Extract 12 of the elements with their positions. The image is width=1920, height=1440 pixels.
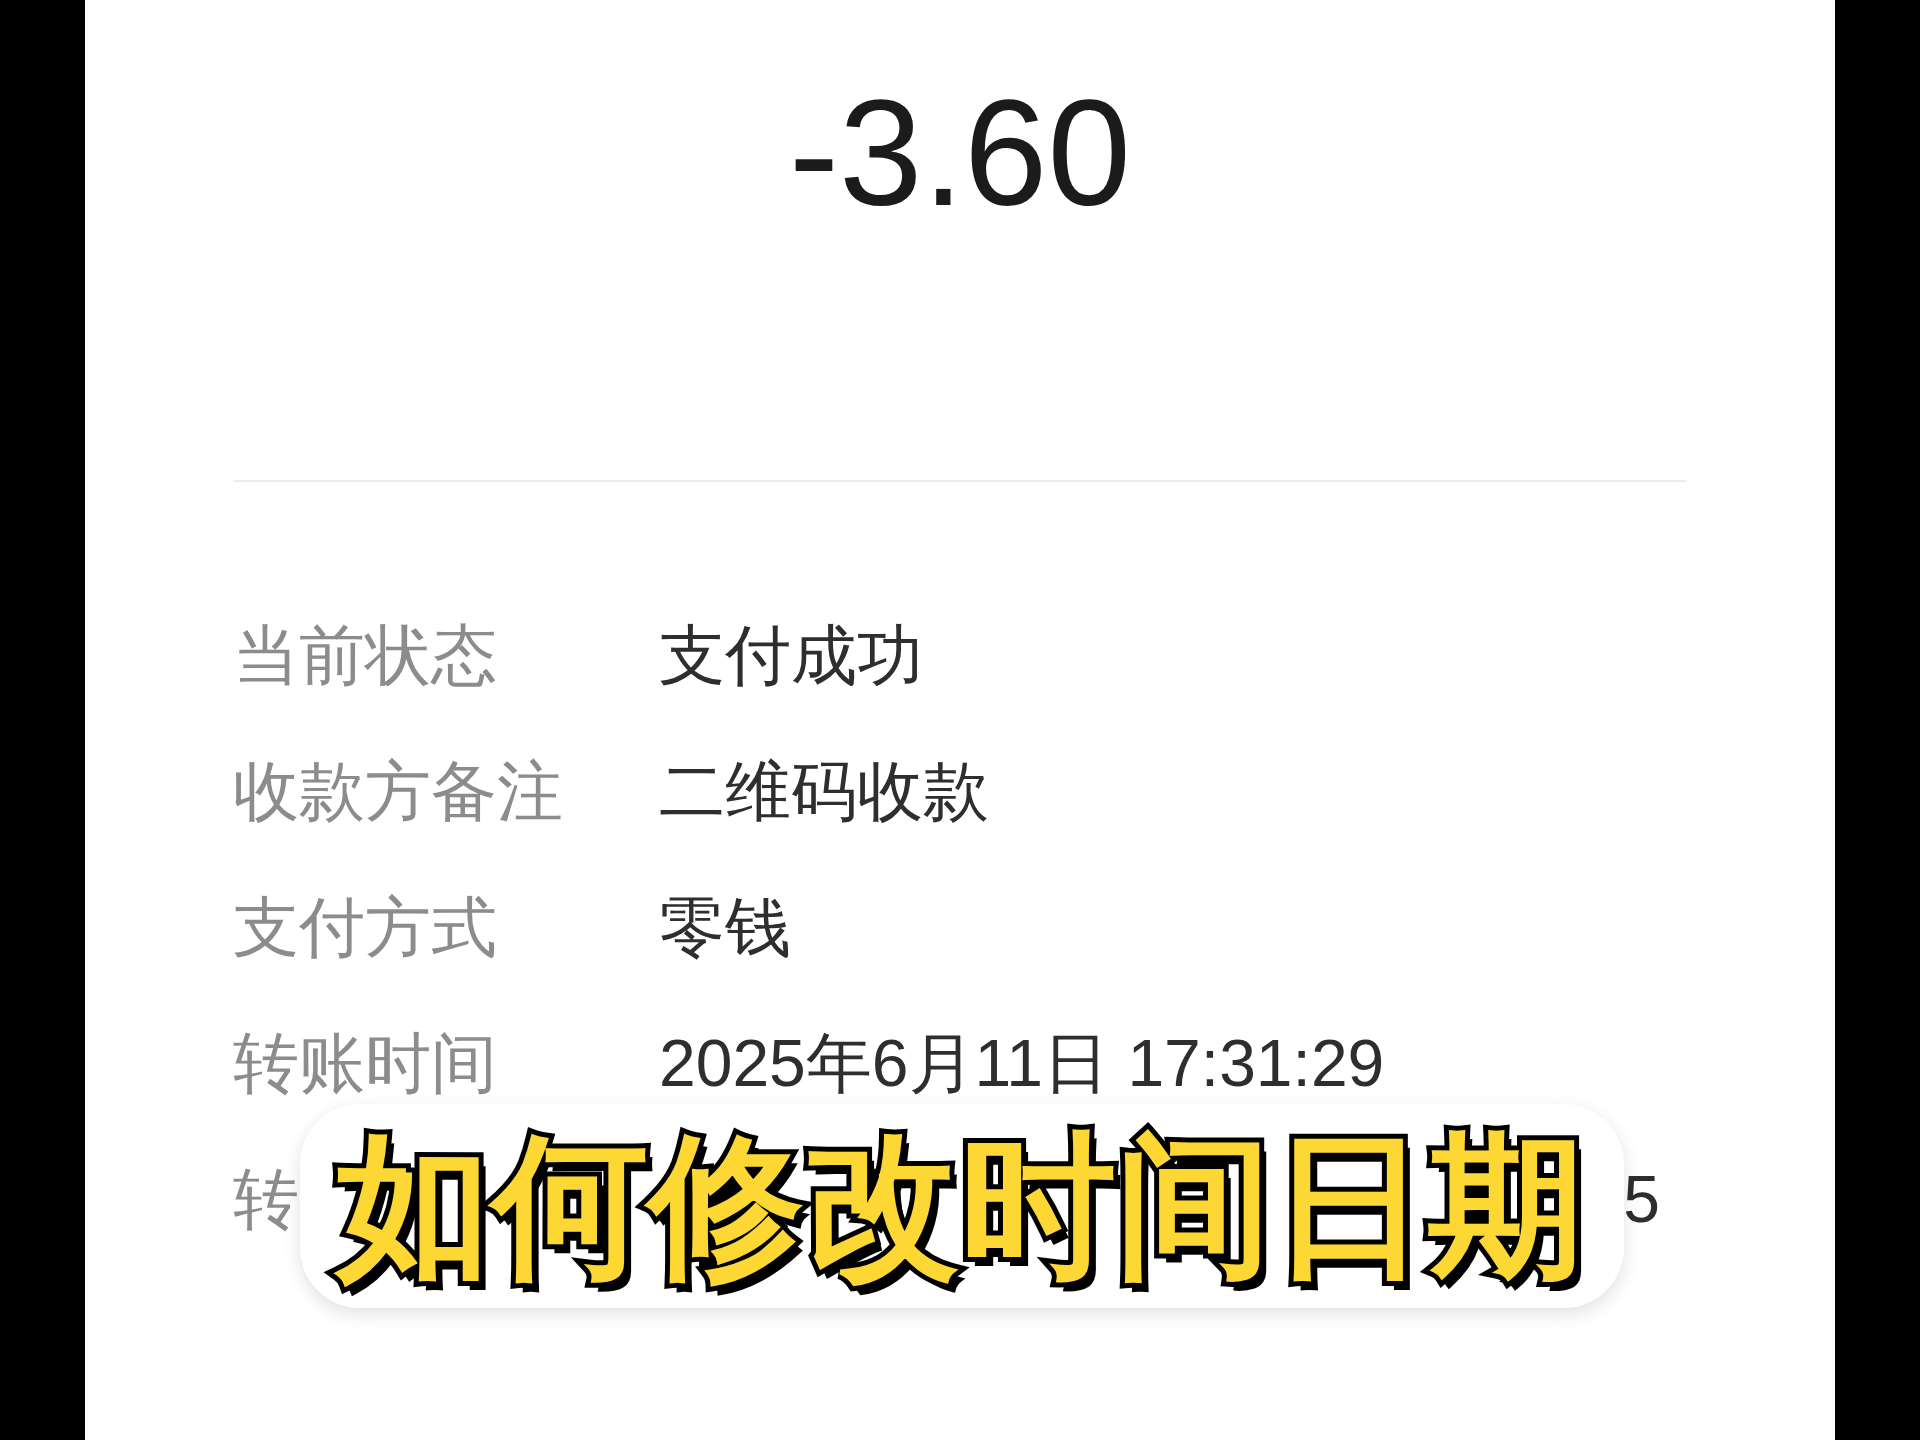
amount-text: -3.60: [789, 78, 1131, 228]
detail-value: 5: [1623, 1162, 1660, 1236]
detail-label: 收款方备注: [233, 754, 563, 828]
detail-label: 当前状态: [233, 618, 497, 692]
detail-label: 支付方式: [233, 890, 497, 964]
detail-value: 二维码收款: [659, 754, 989, 828]
detail-label: 转账时间: [233, 1026, 497, 1100]
detail-value: 2025年6月11日 17:31:29: [659, 1026, 1385, 1100]
detail-label: 转: [233, 1162, 299, 1236]
detail-value: 零钱: [659, 890, 791, 964]
video-caption: 如何修改时间日期: [300, 1104, 1624, 1308]
detail-value: 支付成功: [659, 618, 923, 692]
